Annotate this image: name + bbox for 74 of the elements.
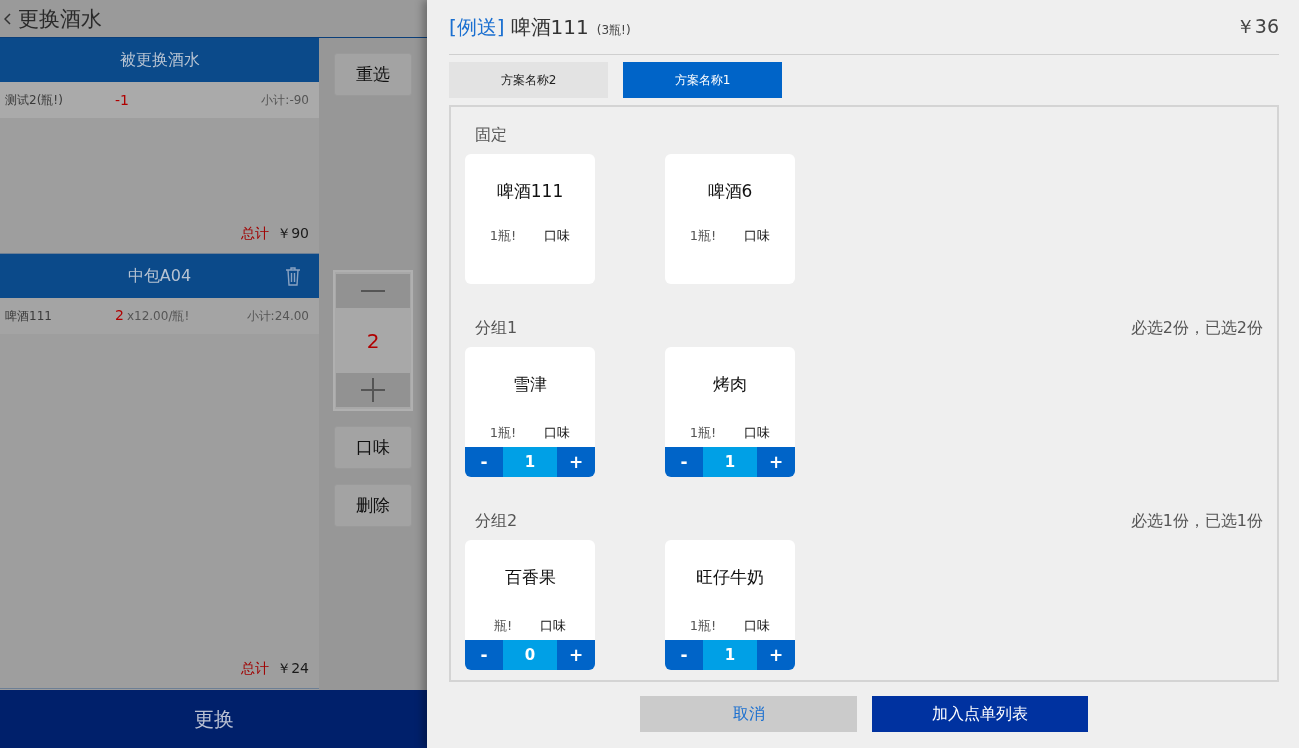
quantity-value: 2 (366, 328, 380, 353)
section-title: 中包A04 (127, 265, 192, 287)
gift-tag: [例送] (449, 13, 505, 41)
card-name: 啤酒111 (495, 180, 565, 203)
reselect-button[interactable]: 重选 (334, 53, 412, 96)
plan-tab[interactable]: 方案名称1 (623, 62, 782, 98)
item-quantity: 2 (115, 307, 124, 323)
section-title: 被更换酒水 (119, 49, 200, 71)
product-card[interactable]: 啤酒6 1瓶! 口味 (665, 154, 795, 284)
item-name: 测试2(瓶!) (5, 91, 64, 109)
product-spec: (3瓶!) (596, 21, 631, 39)
decrease-button[interactable]: - (665, 447, 703, 477)
product-card[interactable]: 啤酒111 1瓶! 口味 (465, 154, 595, 284)
subtotal: 小计:24.00 (246, 307, 309, 325)
order-row[interactable]: 测试2(瓶!) -1 小计:-90 (0, 82, 319, 118)
total-label: 总计 (241, 660, 270, 678)
card-count: 1 (503, 447, 557, 477)
card-count: 0 (503, 640, 557, 670)
minus-icon (361, 290, 385, 292)
product-card[interactable]: 烤肉 1瓶! 口味 - 1 + (665, 347, 795, 477)
card-flavor[interactable]: 口味 (540, 617, 567, 635)
order-row[interactable]: 啤酒111 2 x12.00/瓶! 小计:24.00 (0, 298, 319, 334)
product-price: ￥36 (1235, 14, 1279, 39)
card-flavor[interactable]: 口味 (744, 617, 771, 635)
subtotal: 小计:-90 (261, 91, 309, 109)
item-name: 啤酒111 (5, 307, 53, 325)
card-count: 1 (703, 640, 757, 670)
item-quantity: -1 (115, 92, 129, 108)
card-spec: 1瓶! (689, 227, 717, 245)
total-amount: ￥24 (277, 660, 309, 678)
group-rule: 必选2份，已选2份 (1130, 318, 1263, 339)
card-spec: 1瓶! (489, 227, 517, 245)
card-flavor[interactable]: 口味 (744, 227, 771, 245)
card-spec: 1瓶! (689, 424, 717, 442)
increase-button[interactable]: + (757, 447, 795, 477)
product-card[interactable]: 雪津 1瓶! 口味 - 1 + (465, 347, 595, 477)
group-title: 分组2 (475, 511, 518, 532)
card-spec: 1瓶! (489, 424, 517, 442)
group-title: 分组1 (475, 318, 518, 339)
decrease-button[interactable]: - (465, 640, 503, 670)
card-spec: 1瓶! (689, 617, 717, 635)
plus-icon (361, 378, 385, 402)
card-name: 百香果 (503, 566, 557, 589)
card-name: 雪津 (512, 373, 548, 396)
card-spec: 瓶! (493, 617, 513, 635)
total-amount: ￥90 (277, 225, 309, 243)
flavor-button[interactable]: 口味 (334, 426, 412, 469)
card-name: 啤酒6 (706, 180, 754, 203)
card-count: 1 (703, 447, 757, 477)
unit-price: x12.00/瓶! (126, 309, 190, 323)
decrease-button[interactable]: - (665, 640, 703, 670)
add-to-order-button[interactable]: 加入点单列表 (872, 696, 1088, 732)
page-title: 更换酒水 (18, 5, 102, 33)
total-label: 总计 (241, 225, 270, 243)
product-card[interactable]: 百香果 瓶! 口味 - 0 + (465, 540, 595, 670)
card-flavor[interactable]: 口味 (744, 424, 771, 442)
increase-button[interactable]: + (557, 447, 595, 477)
product-title: 啤酒111 (510, 13, 589, 41)
card-name: 烤肉 (712, 373, 748, 396)
group-title: 固定 (475, 125, 507, 146)
increase-button[interactable]: + (757, 640, 795, 670)
decrease-button[interactable]: - (465, 447, 503, 477)
increase-button[interactable] (336, 373, 410, 407)
back-icon[interactable] (4, 12, 12, 25)
card-flavor[interactable]: 口味 (544, 227, 571, 245)
product-card[interactable]: 旺仔牛奶 1瓶! 口味 - 1 + (665, 540, 795, 670)
card-name: 旺仔牛奶 (695, 566, 765, 589)
card-flavor[interactable]: 口味 (544, 424, 571, 442)
increase-button[interactable]: + (557, 640, 595, 670)
replace-button[interactable]: 更换 (0, 690, 427, 748)
plan-tab[interactable]: 方案名称2 (449, 62, 608, 98)
group-rule: 必选1份，已选1份 (1130, 511, 1263, 532)
delete-button[interactable]: 删除 (334, 484, 412, 527)
trash-icon[interactable] (285, 266, 301, 286)
